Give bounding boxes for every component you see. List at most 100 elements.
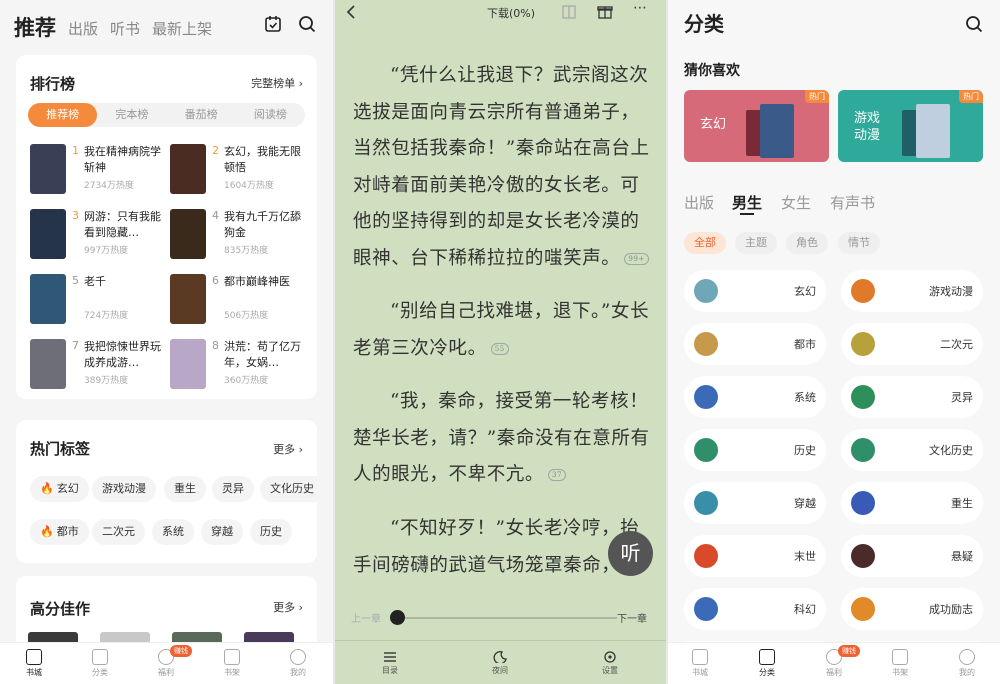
checkin-calendar-icon[interactable]: [264, 15, 282, 33]
comment-count[interactable]: 99+: [624, 252, 649, 265]
book-split-icon[interactable]: [561, 4, 577, 20]
comment-count[interactable]: 37: [548, 469, 567, 481]
tag-history[interactable]: 历史: [250, 519, 292, 545]
search-icon[interactable]: [298, 15, 316, 33]
tag-culture-history[interactable]: 文化历史: [260, 476, 317, 502]
tab-publish[interactable]: 出版: [684, 192, 714, 213]
settings-icon: [604, 651, 616, 663]
tag-supernatural[interactable]: 灵异: [212, 476, 254, 502]
tag-time-travel[interactable]: 穿越: [201, 519, 243, 545]
download-progress[interactable]: 下载(0%): [487, 5, 535, 21]
tag-system[interactable]: 系统: [152, 519, 194, 545]
ranking-item[interactable]: 8 洪荒：苟了亿万年，女娲… 360万热度: [170, 339, 310, 393]
chip-plot[interactable]: 情节: [838, 232, 880, 254]
category-item[interactable]: 系统: [684, 376, 826, 418]
nav-bookstore[interactable]: 书城: [14, 649, 54, 678]
ranking-card: 排行榜 完整榜单 › 推荐榜 完本榜 番茄榜 阅读榜 1 我在精神病院学斩神 273…: [16, 55, 317, 399]
category-item[interactable]: 穿越: [684, 482, 826, 524]
nav-bookshelf[interactable]: 书架: [212, 649, 252, 678]
top-rated-more[interactable]: 更多 ›: [273, 599, 303, 615]
nav-mine[interactable]: 我的: [947, 649, 987, 678]
ranking-item[interactable]: 1 我在精神病院学斩神 2734万热度: [30, 144, 170, 198]
heat-count: 2734万热度: [84, 181, 134, 191]
more-icon[interactable]: ⋯: [633, 0, 647, 16]
ranking-item[interactable]: 4 我有九千万亿舔狗金 835万热度: [170, 209, 310, 263]
next-chapter[interactable]: 下一章: [617, 610, 647, 625]
ranking-item[interactable]: 6 都市巅峰神医 506万热度: [170, 274, 310, 328]
guess-title: 猜你喜欢: [684, 63, 740, 79]
category-label: 悬疑: [951, 550, 973, 563]
banner-xuanhuan[interactable]: 玄幻 热门: [684, 90, 829, 162]
comment-count[interactable]: 55: [490, 342, 509, 355]
hot-tags-more[interactable]: 更多 ›: [273, 441, 303, 457]
toc-button[interactable]: 目录: [375, 651, 405, 676]
user-icon: [290, 649, 306, 665]
settings-label: 设置: [602, 666, 618, 675]
nav-label: 福利: [158, 668, 174, 677]
category-item[interactable]: 二次元: [841, 323, 983, 365]
banner-label: 玄幻: [700, 117, 727, 132]
category-item[interactable]: 历史: [684, 429, 826, 471]
seg-reading[interactable]: 阅读榜: [236, 103, 305, 127]
settings-button[interactable]: 设置: [595, 651, 625, 676]
tab-audio[interactable]: 有声书: [830, 192, 875, 213]
tab-audiobook[interactable]: 听书: [110, 18, 140, 39]
category-label: 成功励志: [929, 603, 973, 616]
fire-icon: 🔥: [40, 482, 54, 495]
prev-chapter[interactable]: 上一章: [351, 610, 381, 625]
rank-number: 7: [72, 339, 79, 352]
chip-role[interactable]: 角色: [786, 232, 828, 254]
category-item[interactable]: 文化历史: [841, 429, 983, 471]
tag-urban[interactable]: 🔥 都市: [30, 519, 89, 545]
nav-category[interactable]: 分类: [80, 649, 120, 678]
full-ranking-link[interactable]: 完整榜单 ›: [251, 75, 303, 91]
category-label: 科幻: [794, 603, 816, 616]
nav-bonus[interactable]: 赚钱 福利: [814, 645, 860, 678]
category-item[interactable]: 都市: [684, 323, 826, 365]
tag-xuanhuan[interactable]: 🔥 玄幻: [30, 476, 89, 502]
category-label: 灵异: [951, 391, 973, 404]
banner-game-anime[interactable]: 游戏 动漫 热门: [838, 90, 983, 162]
search-icon[interactable]: [965, 15, 983, 33]
tag-game-anime[interactable]: 游戏动漫: [92, 476, 156, 502]
seg-tomato[interactable]: 番茄榜: [167, 103, 236, 127]
chip-theme[interactable]: 主题: [735, 232, 777, 254]
nav-mine[interactable]: 我的: [278, 649, 318, 678]
back-arrow-icon[interactable]: [345, 5, 357, 19]
progress-track[interactable]: [397, 617, 617, 619]
tab-female[interactable]: 女生: [781, 192, 811, 213]
nav-bookshelf[interactable]: 书架: [880, 649, 920, 678]
ranking-item[interactable]: 7 我把惊悚世界玩成养成游… 389万热度: [30, 339, 170, 393]
category-item[interactable]: 科幻: [684, 588, 826, 630]
category-item[interactable]: 重生: [841, 482, 983, 524]
progress-knob[interactable]: [390, 610, 405, 625]
category-item[interactable]: 末世: [684, 535, 826, 577]
listen-button[interactable]: 听: [608, 531, 653, 576]
seg-recommend[interactable]: 推荐榜: [28, 103, 98, 127]
nav-category[interactable]: 分类: [747, 649, 787, 678]
rank-number: 3: [72, 209, 79, 222]
ranking-item[interactable]: 2 玄幻，我能无限顿悟 1604万热度: [170, 144, 310, 198]
seg-complete[interactable]: 完本榜: [97, 103, 166, 127]
hot-badge: 热门: [959, 90, 983, 103]
category-icon: [851, 332, 875, 356]
hot-badge: 热门: [805, 90, 829, 103]
ranking-item[interactable]: 5 老千 724万热度: [30, 274, 170, 328]
category-item[interactable]: 成功励志: [841, 588, 983, 630]
tab-new[interactable]: 最新上架: [152, 18, 212, 39]
nav-bookstore[interactable]: 书城: [680, 649, 720, 678]
tab-recommend[interactable]: 推荐: [14, 12, 56, 42]
tab-male[interactable]: 男生: [732, 192, 762, 213]
category-item[interactable]: 玄幻: [684, 270, 826, 312]
ranking-item[interactable]: 3 网游：只有我能看到隐藏… 997万热度: [30, 209, 170, 263]
gift-icon[interactable]: [597, 3, 613, 19]
night-mode-button[interactable]: 夜间: [485, 651, 515, 676]
tab-publish[interactable]: 出版: [68, 18, 98, 39]
chip-all[interactable]: 全部: [684, 232, 726, 254]
tag-acg[interactable]: 二次元: [92, 519, 145, 545]
category-item[interactable]: 悬疑: [841, 535, 983, 577]
category-item[interactable]: 游戏动漫: [841, 270, 983, 312]
category-item[interactable]: 灵异: [841, 376, 983, 418]
tag-rebirth[interactable]: 重生: [164, 476, 206, 502]
nav-bonus[interactable]: 赚钱 福利: [146, 645, 192, 678]
